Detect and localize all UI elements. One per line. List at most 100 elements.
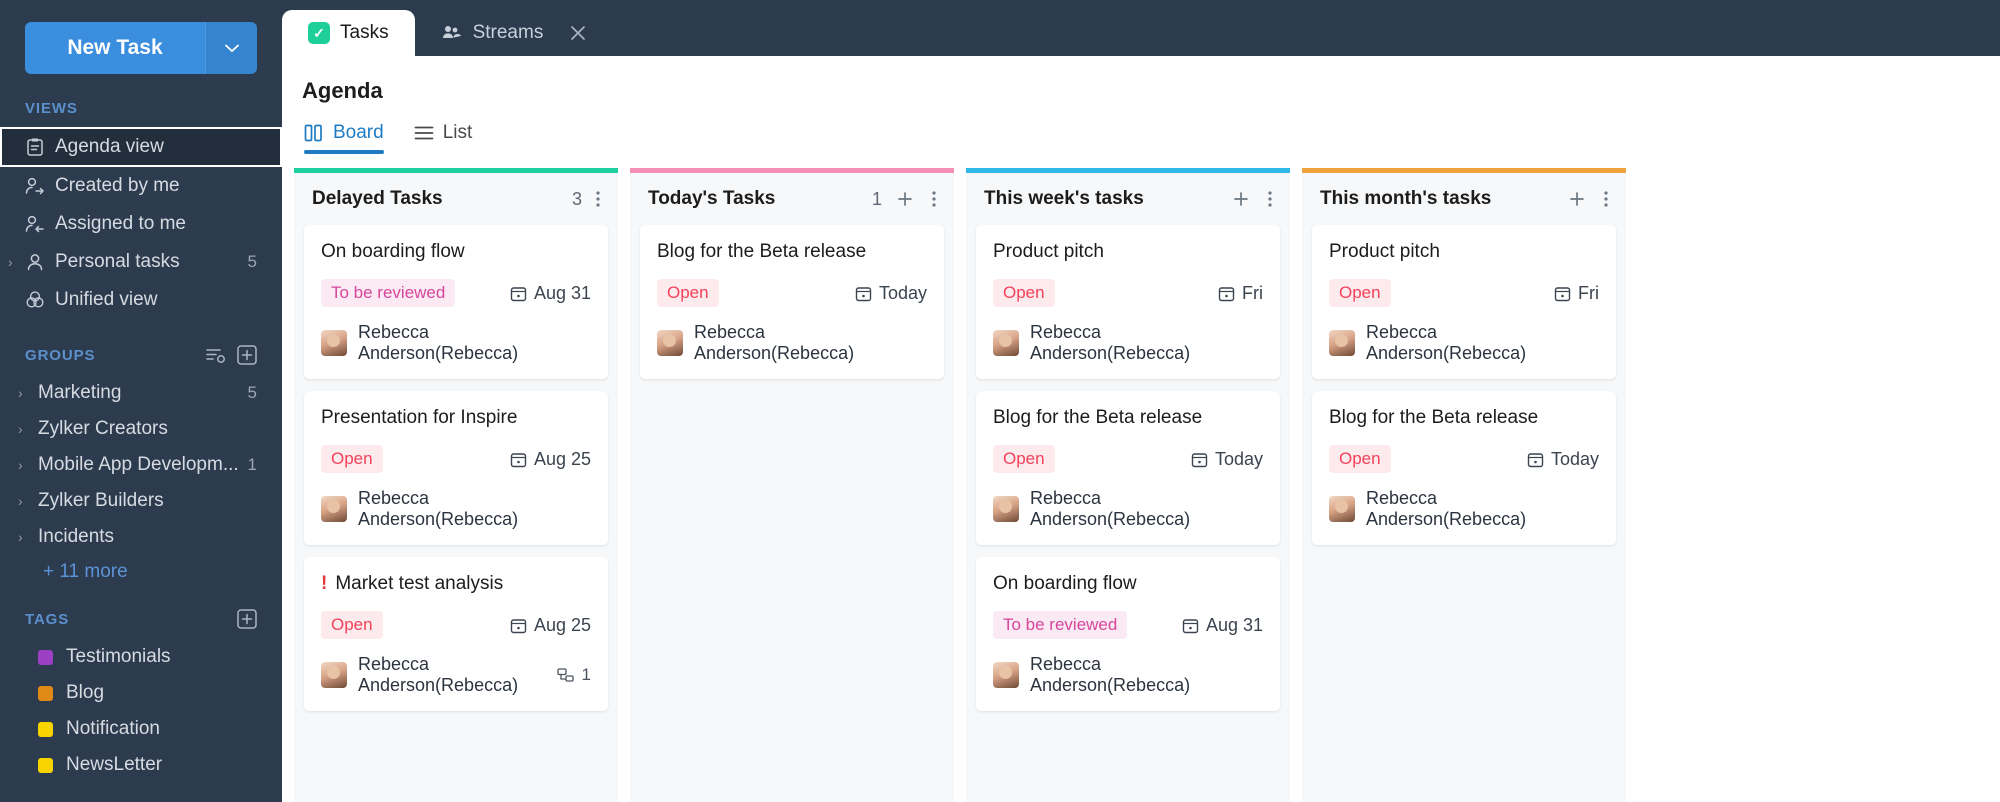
sidebar-item-agenda-view[interactable]: Agenda view	[0, 127, 282, 167]
task-card[interactable]: Product pitch Open Fri Rebecca Anderson(Reb…	[976, 225, 1280, 379]
add-task-button[interactable]	[1564, 189, 1590, 209]
add-task-button[interactable]	[892, 189, 918, 209]
calendar-icon	[510, 617, 527, 634]
tag-item-label: Blog	[66, 682, 105, 703]
sidebar-item-assigned-to-me[interactable]: Assigned to me	[0, 205, 282, 243]
assignee-name: Rebecca Anderson(Rebecca)	[358, 654, 519, 695]
chevron-right-icon[interactable]: ›	[18, 421, 38, 437]
assignee[interactable]: Rebecca Anderson(Rebecca)	[993, 654, 1263, 696]
new-task-button[interactable]: New Task	[25, 22, 257, 74]
task-card[interactable]: Blog for the Beta release Open Today Rebecc…	[1312, 391, 1616, 545]
due-date[interactable]: Aug 31	[510, 283, 591, 304]
status-badge[interactable]: To be reviewed	[321, 279, 456, 307]
tag-color-swatch	[38, 721, 53, 737]
task-assignee-row: Rebecca Anderson(Rebecca)	[993, 654, 1263, 696]
column-count: 1	[871, 188, 882, 209]
status-badge[interactable]: Open	[321, 445, 383, 473]
chevron-right-icon[interactable]: ›	[18, 493, 38, 509]
new-task-label: New Task	[25, 22, 205, 74]
group-item-incidents[interactable]: › Incidents	[0, 519, 282, 555]
status-badge[interactable]: Open	[321, 611, 383, 639]
task-card[interactable]: On boarding flow To be reviewed Aug 31 Rebe…	[976, 557, 1280, 711]
add-task-button[interactable]	[1228, 189, 1254, 209]
status-badge[interactable]: Open	[993, 279, 1055, 307]
plus-box-icon[interactable]	[237, 609, 257, 629]
column-body: Blog for the Beta release Open Today Rebecc…	[630, 225, 954, 802]
status-badge[interactable]: To be reviewed	[993, 611, 1128, 639]
plus-box-icon[interactable]	[237, 345, 257, 365]
close-icon[interactable]	[569, 24, 587, 42]
due-date[interactable]: Aug 25	[510, 449, 591, 470]
assignee[interactable]: Rebecca Anderson(Rebecca)	[1329, 488, 1599, 530]
task-card-title-row: Blog for the Beta release	[657, 241, 927, 263]
sidebar-item-created-by-me[interactable]: Created by me	[0, 167, 282, 205]
chevron-right-icon[interactable]: ›	[18, 529, 38, 545]
list-settings-icon[interactable]	[206, 347, 226, 363]
assignee[interactable]: Rebecca Anderson(Rebecca)	[321, 322, 591, 364]
due-date[interactable]: Today	[1191, 449, 1263, 470]
due-date-label: Today	[1550, 448, 1599, 469]
assignee[interactable]: Rebecca Anderson(Rebecca)	[321, 488, 591, 530]
task-card[interactable]: On boarding flow To be reviewed Aug 31 Rebe…	[304, 225, 608, 379]
view-tab-board[interactable]: Board	[304, 122, 384, 154]
status-badge[interactable]: Open	[1329, 279, 1391, 307]
chevron-down-icon[interactable]	[205, 22, 257, 74]
chevron-right-icon[interactable]: ›	[18, 385, 38, 401]
task-card-title-row: Blog for the Beta release	[1329, 407, 1599, 429]
sidebar: New Task VIEWS Agenda view Created by me A…	[0, 0, 282, 802]
chevron-right-icon[interactable]: ›	[8, 254, 13, 270]
subtask-count[interactable]: 1	[556, 665, 591, 685]
column-menu-button[interactable]	[592, 189, 604, 209]
group-item-zylker-creators[interactable]: › Zylker Creators	[0, 411, 282, 447]
sidebar-item-unified-view[interactable]: Unified view	[0, 281, 282, 319]
due-date[interactable]: Aug 25	[510, 615, 591, 636]
tag-item-blog[interactable]: Blog	[0, 675, 282, 711]
avatar	[321, 496, 347, 522]
task-card[interactable]: Presentation for Inspire Open Aug 25 Rebecc…	[304, 391, 608, 545]
sidebar-item-personal-tasks[interactable]: › Personal tasks 5	[0, 243, 282, 281]
tab-tasks[interactable]: ✓ Tasks	[282, 10, 415, 56]
task-title: On boarding flow	[321, 241, 465, 262]
column-menu-button[interactable]	[1600, 189, 1612, 209]
group-item-zylker-builders[interactable]: › Zylker Builders	[0, 483, 282, 519]
avatar	[1329, 496, 1355, 522]
task-assignee-row: Rebecca Anderson(Rebecca) 1	[321, 654, 591, 696]
group-item-mobile-app-developm[interactable]: › Mobile App Developm... 1	[0, 447, 282, 483]
task-card[interactable]: Blog for the Beta release Open Today Rebecc…	[640, 225, 944, 379]
tag-item-testimonials[interactable]: Testimonials	[0, 639, 282, 675]
groups-more-link[interactable]: + 11 more	[0, 555, 282, 583]
status-badge[interactable]: Open	[993, 445, 1055, 473]
tab-label: Streams	[472, 22, 544, 43]
calendar-icon	[1182, 617, 1199, 634]
task-card[interactable]: ! Market test analysis Open Aug 25 Rebecca A…	[304, 557, 608, 711]
assignee[interactable]: Rebecca Anderson(Rebecca)	[993, 488, 1263, 530]
due-date[interactable]: Aug 31	[1182, 615, 1263, 636]
assignee[interactable]: Rebecca Anderson(Rebecca)	[1329, 322, 1599, 364]
due-date[interactable]: Fri	[1554, 283, 1599, 304]
column-menu-button[interactable]	[928, 189, 940, 209]
avatar	[321, 330, 347, 356]
tag-item-newsletter[interactable]: NewsLetter	[0, 747, 282, 783]
due-date[interactable]: Today	[855, 283, 927, 304]
chevron-right-icon[interactable]: ›	[18, 457, 38, 473]
column-menu-button[interactable]	[1264, 189, 1276, 209]
calendar-icon	[1218, 285, 1235, 302]
tab-streams[interactable]: Streams	[415, 10, 614, 56]
assignee-name: Rebecca Anderson(Rebecca)	[694, 322, 855, 363]
status-badge[interactable]: Open	[657, 279, 719, 307]
task-card[interactable]: Blog for the Beta release Open Today Rebecc…	[976, 391, 1280, 545]
due-date[interactable]: Fri	[1218, 283, 1263, 304]
assignee[interactable]: Rebecca Anderson(Rebecca)	[657, 322, 927, 364]
group-item-marketing[interactable]: › Marketing 5	[0, 375, 282, 411]
assignee[interactable]: Rebecca Anderson(Rebecca)	[993, 322, 1263, 364]
column-header: Today's Tasks 1	[630, 173, 954, 225]
task-card[interactable]: Product pitch Open Fri Rebecca Anderson(Reb…	[1312, 225, 1616, 379]
due-date[interactable]: Today	[1527, 449, 1599, 470]
status-badge[interactable]: Open	[1329, 445, 1391, 473]
task-card-title-row: Presentation for Inspire	[321, 407, 591, 429]
assignee[interactable]: Rebecca Anderson(Rebecca)	[321, 654, 557, 696]
view-tab-list[interactable]: List	[414, 122, 472, 154]
task-card-title-row: ! Market test analysis	[321, 573, 591, 595]
group-item-label: Incidents	[38, 526, 115, 547]
tag-item-notification[interactable]: Notification	[0, 711, 282, 747]
